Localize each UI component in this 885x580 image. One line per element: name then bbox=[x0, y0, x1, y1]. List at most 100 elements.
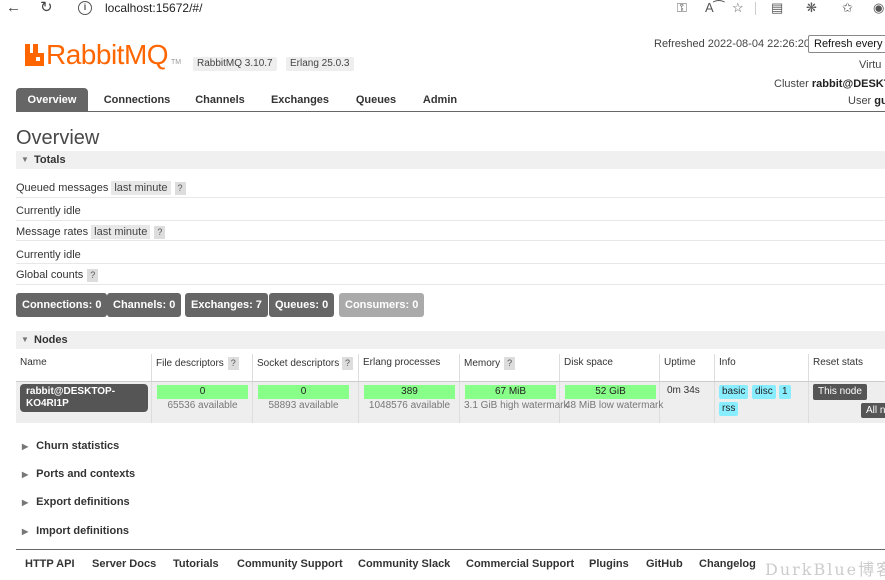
footer-link-changelog[interactable]: Changelog bbox=[699, 558, 756, 570]
rabbitmq-version-badge: RabbitMQ 3.10.7 bbox=[193, 57, 277, 71]
footer-link-github[interactable]: GitHub bbox=[646, 558, 683, 570]
divider bbox=[16, 220, 885, 221]
global-counts-row: Global counts? bbox=[16, 269, 99, 282]
node-name-link[interactable]: rabbit@DESKTOP-KO4RI1P bbox=[20, 384, 148, 412]
address-bar[interactable]: localhost:15672/#/ bbox=[105, 1, 202, 15]
logo-trademark: TM bbox=[171, 59, 182, 66]
toolbar-divider bbox=[755, 2, 756, 15]
global-counts-label: Global counts bbox=[16, 269, 84, 281]
footer-link-tutorials[interactable]: Tutorials bbox=[173, 558, 219, 570]
extensions-icon[interactable]: ❋ bbox=[806, 0, 817, 16]
virtual-host-label: Virtu bbox=[859, 59, 882, 71]
column-header-erlang-processes: Erlang processes bbox=[359, 354, 460, 382]
divider bbox=[16, 197, 885, 198]
file-descriptors-bar: 0 bbox=[157, 385, 248, 399]
message-rates-row: Message rates last minute? bbox=[16, 225, 166, 239]
refreshed-timestamp: Refreshed 2022-08-04 22:26:20 bbox=[654, 38, 810, 50]
tab-queues[interactable]: Queues bbox=[348, 88, 404, 112]
column-header-reset-stats: Reset stats bbox=[813, 357, 864, 368]
read-aloud-icon[interactable]: A⁀ bbox=[705, 0, 724, 16]
column-header-socket-descriptors: Socket descriptors ? bbox=[253, 354, 359, 382]
erlang-processes-available: 1048576 available bbox=[368, 400, 451, 411]
site-info-icon[interactable]: i bbox=[78, 1, 92, 15]
queues-count[interactable]: Queues: 0 bbox=[269, 293, 335, 317]
nodes-table: Name File descriptors? Socket descriptor… bbox=[16, 354, 885, 423]
reset-all-nodes-button[interactable]: All nodes bbox=[861, 403, 885, 418]
info-badge-disc[interactable]: disc bbox=[752, 385, 776, 399]
erlang-processes-bar: 389 bbox=[364, 385, 455, 399]
expand-triangle-icon: ▶ bbox=[22, 498, 29, 507]
footer-link-server-docs[interactable]: Server Docs bbox=[92, 558, 156, 570]
uptime-value: 0m 34s bbox=[667, 385, 700, 396]
erlang-version-badge: Erlang 25.0.3 bbox=[286, 57, 354, 71]
help-icon[interactable]: ? bbox=[227, 357, 239, 370]
tab-overview[interactable]: Overview bbox=[16, 88, 88, 112]
tab-admin[interactable]: Admin bbox=[416, 88, 464, 112]
help-icon[interactable]: ? bbox=[342, 357, 354, 370]
info-badge-count[interactable]: 1 bbox=[779, 385, 791, 399]
message-rates-status: Currently idle bbox=[16, 249, 81, 261]
column-header-info: Info bbox=[715, 354, 809, 382]
info-badge-basic[interactable]: basic bbox=[719, 385, 749, 399]
tab-connections[interactable]: Connections bbox=[96, 88, 178, 112]
column-header-disk-space: Disk space bbox=[560, 354, 660, 382]
help-icon[interactable]: ? bbox=[174, 182, 186, 195]
tab-channels[interactable]: Channels bbox=[188, 88, 252, 112]
channels-count[interactable]: Channels: 0 bbox=[107, 293, 182, 317]
info-badge-rss[interactable]: rss bbox=[719, 402, 739, 416]
export-definitions-section[interactable]: ▶ Export definitions bbox=[22, 496, 130, 508]
churn-statistics-section[interactable]: ▶ Churn statistics bbox=[22, 440, 119, 452]
totals-section-header[interactable]: ▼ Totals bbox=[16, 151, 885, 169]
main-tabs: Overview Connections Channels Exchanges … bbox=[16, 88, 885, 112]
queued-messages-label: Queued messages bbox=[16, 182, 109, 194]
divider bbox=[16, 284, 885, 285]
reset-this-node-button[interactable]: This node bbox=[813, 384, 867, 400]
footer-links: HTTP API Server Docs Tutorials Community… bbox=[16, 549, 885, 576]
connections-count[interactable]: Connections: 0 bbox=[16, 293, 108, 317]
footer-link-plugins[interactable]: Plugins bbox=[589, 558, 629, 570]
import-definitions-section[interactable]: ▶ Import definitions bbox=[22, 525, 129, 537]
socket-descriptors-available: 58893 available bbox=[268, 400, 339, 411]
help-icon[interactable]: ? bbox=[154, 226, 166, 239]
nodes-title: Nodes bbox=[34, 334, 68, 346]
favorite-icon[interactable]: ☆ bbox=[732, 0, 744, 16]
back-arrow-icon[interactable]: ← bbox=[6, 0, 21, 16]
queued-messages-range[interactable]: last minute bbox=[111, 181, 171, 195]
refresh-interval-select[interactable]: Refresh every 5 seconds bbox=[808, 35, 885, 53]
nodes-section-header[interactable]: ▼ Nodes bbox=[16, 331, 885, 349]
rabbit-logo-icon bbox=[25, 44, 44, 66]
column-header-name: Name bbox=[16, 354, 152, 382]
message-rates-range[interactable]: last minute bbox=[91, 225, 151, 239]
divider bbox=[16, 263, 885, 264]
key-icon[interactable]: ⚿ bbox=[677, 0, 687, 16]
memory-high-watermark: 3.1 GiB high watermark bbox=[464, 400, 569, 411]
footer-link-http-api[interactable]: HTTP API bbox=[25, 558, 75, 570]
consumers-count[interactable]: Consumers: 0 bbox=[339, 293, 425, 317]
favorites-bar-icon[interactable]: ✩ bbox=[842, 0, 853, 16]
help-icon[interactable]: ? bbox=[504, 357, 516, 370]
collapse-triangle-icon: ▼ bbox=[21, 155, 29, 164]
profile-icon[interactable]: ◉ bbox=[873, 0, 884, 16]
tab-exchanges[interactable]: Exchanges bbox=[264, 88, 336, 112]
help-icon[interactable]: ? bbox=[87, 269, 99, 282]
column-header-uptime: Uptime bbox=[660, 354, 715, 382]
exchanges-count[interactable]: Exchanges: 7 bbox=[185, 293, 268, 317]
message-rates-label: Message rates bbox=[16, 226, 89, 238]
footer-link-commercial-support[interactable]: Commercial Support bbox=[466, 558, 574, 570]
file-descriptors-available: 65536 available bbox=[167, 400, 238, 411]
watermark: DurkBlue博客 bbox=[765, 560, 885, 579]
footer-link-community-support[interactable]: Community Support bbox=[237, 558, 343, 570]
column-header-memory: Memory? bbox=[460, 354, 560, 382]
collapse-triangle-icon: ▼ bbox=[21, 335, 29, 344]
reload-icon[interactable]: ↻ bbox=[40, 0, 53, 16]
divider bbox=[16, 240, 885, 241]
footer-link-community-slack[interactable]: Community Slack bbox=[358, 558, 450, 570]
expand-triangle-icon: ▶ bbox=[22, 470, 29, 479]
ports-contexts-section[interactable]: ▶ Ports and contexts bbox=[22, 468, 135, 480]
disk-low-watermark: 48 MiB low watermark bbox=[565, 400, 664, 411]
totals-title: Totals bbox=[34, 154, 66, 166]
page-title: Overview bbox=[16, 127, 100, 149]
browser-toolbar: ← ↻ i localhost:15672/#/ ⚿ A⁀ ☆ ▤ ❋ ✩ ◉ bbox=[0, 0, 885, 18]
collections-icon[interactable]: ▤ bbox=[771, 0, 783, 16]
column-header-file-descriptors: File descriptors? bbox=[152, 354, 253, 382]
